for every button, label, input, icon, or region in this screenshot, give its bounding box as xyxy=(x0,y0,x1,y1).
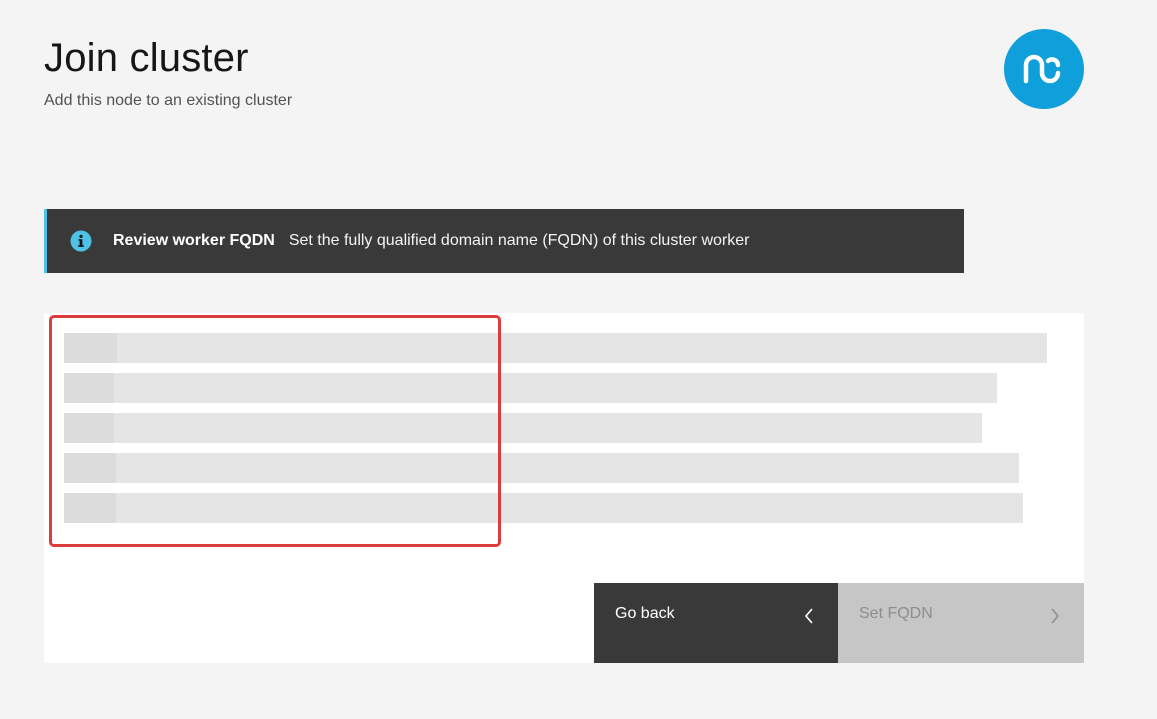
ns-logo-icon xyxy=(1004,29,1084,109)
join-cluster-page: Join cluster Add this node to an existin… xyxy=(0,0,1157,719)
page-subtitle: Add this node to an existing cluster xyxy=(44,92,293,109)
set-fqdn-button[interactable]: Set FQDN xyxy=(838,583,1084,663)
info-notification: Review worker FQDN Set the fully qualifi… xyxy=(44,209,964,273)
set-fqdn-label: Set FQDN xyxy=(859,605,933,622)
page-title: Join cluster xyxy=(44,36,249,80)
chevron-right-icon xyxy=(1047,608,1063,624)
info-icon xyxy=(70,230,92,252)
go-back-label: Go back xyxy=(615,605,675,622)
go-back-button[interactable]: Go back xyxy=(594,583,838,663)
highlight-box xyxy=(49,315,501,547)
notification-title: Review worker FQDN xyxy=(113,232,275,249)
chevron-left-icon xyxy=(801,608,817,624)
notification-message: Set the fully qualified domain name (FQD… xyxy=(288,232,750,249)
